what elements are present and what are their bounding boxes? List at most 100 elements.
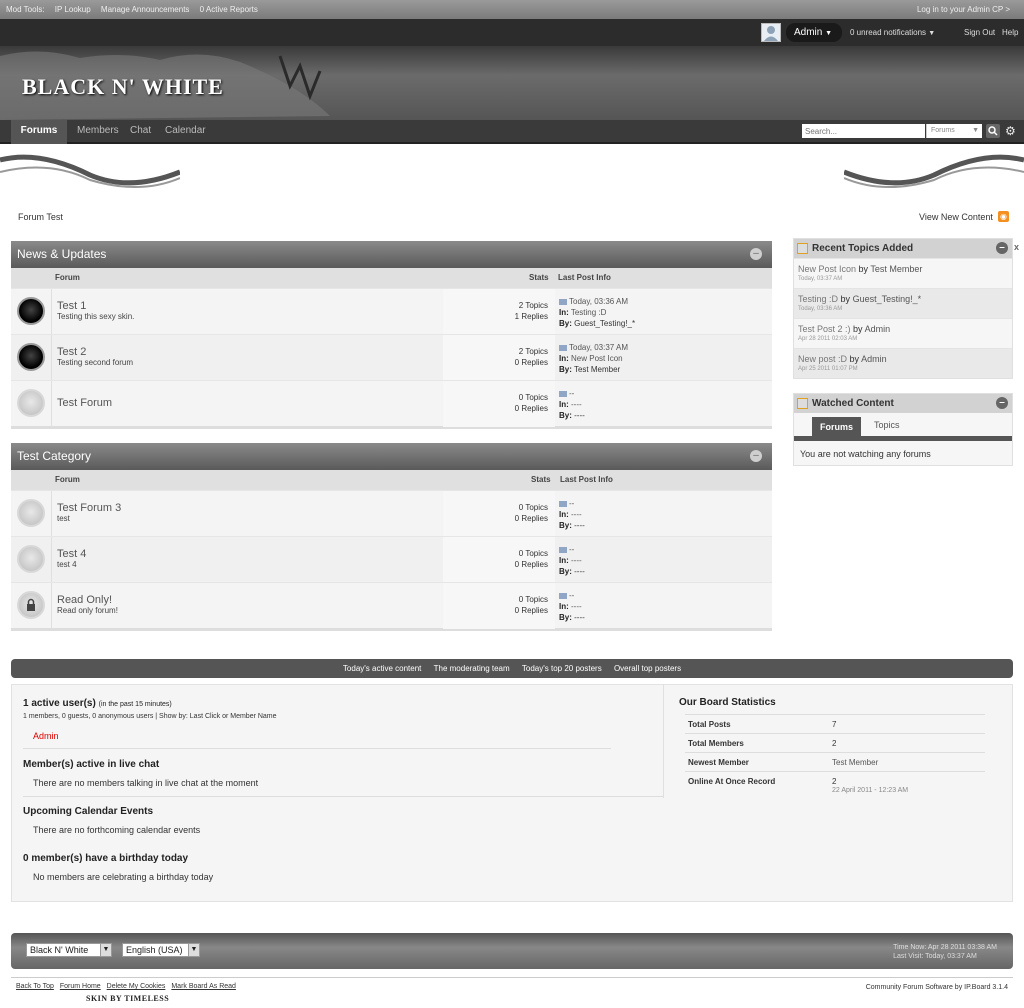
tab-underline [794,436,1012,441]
collapse-icon[interactable]: – [750,450,762,462]
skin-selector[interactable]: Black N' White ▼ [26,943,112,957]
forum-stats: 0 Topics 0 Replies [514,595,548,615]
last-post-topic-link[interactable]: ---- [571,556,582,565]
divider [51,583,52,629]
last-poster-link[interactable]: Test Member [574,365,620,374]
delete-cookies-link[interactable]: Delete My Cookies [107,983,166,990]
last-poster-link[interactable]: ---- [574,521,585,530]
recent-topic-author-link[interactable]: Admin [861,354,887,364]
overall-top-posters-link[interactable]: Overall top posters [614,664,681,673]
forum-name-link[interactable]: Test Forum [57,397,112,409]
go-to-post-icon[interactable] [559,500,567,507]
category-header: Test Category – [11,443,772,470]
recent-topic-link[interactable]: Testing :D [798,294,838,304]
category-footer [11,426,772,429]
last-post-info: -- In: ---- By: ---- [559,389,585,420]
tab-calendar[interactable]: Calendar [165,120,206,144]
stat-row-newest-member: Newest Member Test Member [685,752,985,771]
forum-name-link[interactable]: Read Only! [57,594,112,606]
chevron-down-icon: ▼ [972,127,979,134]
last-poster-link[interactable]: ---- [574,411,585,420]
last-post-topic-link[interactable]: ---- [571,510,582,519]
help-link[interactable]: Help [1002,28,1018,37]
divider [663,685,664,798]
tab-watched-forums[interactable]: Forums [812,417,861,437]
recent-topics-block: Recent Topics Added – New Post Icon by Te… [793,238,1013,379]
avatar[interactable] [761,23,781,42]
recent-topic-link[interactable]: New Post Icon [798,264,856,274]
last-post-topic-link[interactable]: New Post Icon [571,354,623,363]
forum-description: Testing second forum [57,358,134,367]
last-poster-link[interactable]: ---- [574,567,585,576]
last-post-topic-link[interactable]: ---- [571,602,582,611]
site-logo[interactable]: BLACK N' WHITE [22,74,224,100]
recent-topic-link[interactable]: New post :D [798,354,847,364]
search-scope-select[interactable]: Forums ▼ [926,124,982,138]
live-chat-message: There are no members talking in live cha… [33,778,259,788]
language-selector[interactable]: English (USA) ▼ [122,943,200,957]
recent-topic-author-link[interactable]: Admin [865,324,891,334]
todays-active-content-link[interactable]: Today's active content [343,664,421,673]
last-poster-link[interactable]: ---- [574,613,585,622]
forum-name-link[interactable]: Test Forum 3 [57,502,121,514]
forum-stats: 0 Topics 0 Replies [514,503,548,523]
close-icon[interactable]: x [1014,242,1019,252]
forum-description: Testing this sexy skin. [57,312,135,321]
calendar-message: There are no forthcoming calendar events [33,825,201,835]
active-user-admin[interactable]: Admin [33,731,59,741]
go-to-post-icon[interactable] [559,344,567,351]
view-new-content-link[interactable]: View New Content [919,212,993,222]
newest-member-link[interactable]: Test Member [832,758,878,767]
forum-name-link[interactable]: Test 1 [57,300,86,312]
rss-icon[interactable]: ◉ [998,211,1009,222]
recent-topic-author-link[interactable]: Test Member [870,264,922,274]
divider [23,796,663,797]
forum-name-link[interactable]: Test 2 [57,346,86,358]
tab-members[interactable]: Members [77,120,119,144]
breadcrumb[interactable]: Forum Test [18,212,63,222]
column-headers: Forum Stats Last Post Info [11,268,772,288]
sign-out-link[interactable]: Sign Out [964,28,995,37]
active-reports-link[interactable]: 0 Active Reports [200,5,258,14]
col-forum: Forum [55,273,80,282]
tab-forums[interactable]: Forums [11,120,67,144]
last-poster-link[interactable]: Guest_Testing!_* [574,319,635,328]
user-bar: Admin ▼ 0 unread notifications ▼ Sign Ou… [0,19,1024,46]
collapse-icon[interactable]: – [996,397,1008,409]
user-menu-button[interactable]: Admin ▼ [786,23,842,42]
topic-star-icon [797,243,808,254]
last-post-topic-link[interactable]: Testing :D [571,308,607,317]
chevron-down-icon: ▼ [188,944,199,956]
go-to-post-icon[interactable] [559,298,567,305]
last-post-topic-link[interactable]: ---- [571,400,582,409]
back-to-top-link[interactable]: Back To Top [16,983,54,990]
tab-chat[interactable]: Chat [130,120,151,144]
recent-topic-link[interactable]: Test Post 2 :) [798,324,851,334]
collapse-icon[interactable]: – [750,248,762,260]
forum-home-link[interactable]: Forum Home [60,983,101,990]
collapse-icon[interactable]: – [996,242,1008,254]
chevron-down-icon: ▼ [825,30,833,37]
tab-watched-topics[interactable]: Topics [874,420,900,430]
moderating-team-link[interactable]: The moderating team [434,664,510,673]
ip-lookup-link[interactable]: IP Lookup [55,5,91,14]
recent-topic-date: Today, 03:36 AM [798,306,843,312]
go-to-post-icon[interactable] [559,546,567,553]
mark-read-link[interactable]: Mark Board As Read [171,983,236,990]
go-to-post-icon[interactable] [559,592,567,599]
go-to-post-icon[interactable] [559,390,567,397]
divider [51,289,52,335]
forum-name-link[interactable]: Test 4 [57,548,86,560]
admin-cp-link[interactable]: Log in to your Admin CP > [917,0,1010,19]
notifications-button[interactable]: 0 unread notifications ▼ [850,28,935,37]
top-20-posters-link[interactable]: Today's top 20 posters [522,664,602,673]
manage-announcements-link[interactable]: Manage Announcements [101,5,190,14]
recent-topic-author-link[interactable]: Guest_Testing!_* [853,294,922,304]
software-credit[interactable]: Community Forum Software by IP.Board 3.1… [866,984,1008,991]
gear-icon[interactable]: ⚙ [1005,124,1019,138]
forum-no-new-posts-icon [17,499,45,527]
divider [51,537,52,583]
search-button[interactable] [986,124,1000,138]
mod-tools-label: Mod Tools: [6,5,45,14]
search-input[interactable] [802,124,925,138]
